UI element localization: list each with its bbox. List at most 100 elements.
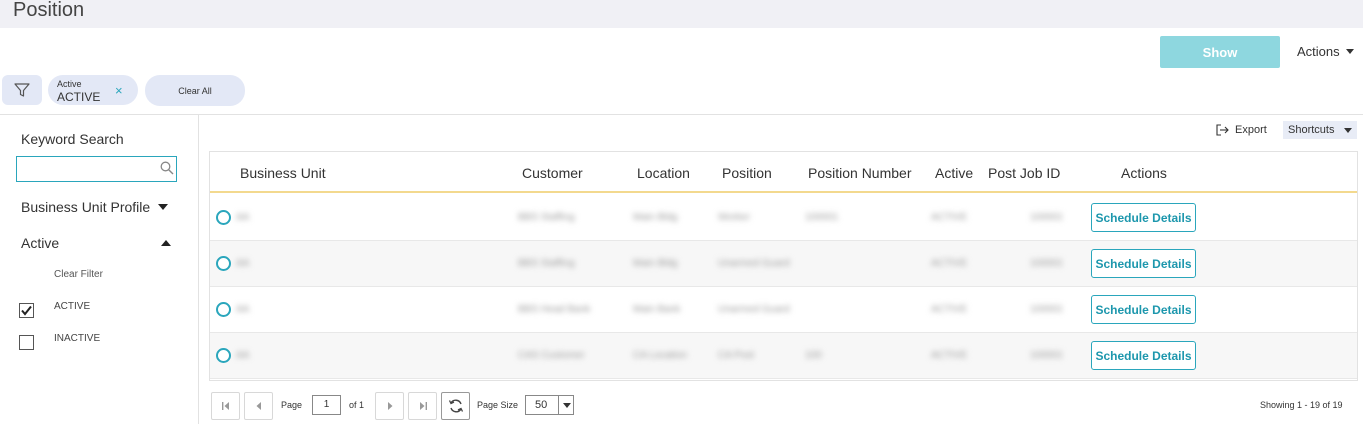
first-page-icon xyxy=(221,402,229,410)
cell-post-job-id: 100001 xyxy=(1030,304,1062,314)
schedule-details-button[interactable]: Schedule Details xyxy=(1091,249,1196,278)
keyword-search-label: Keyword Search xyxy=(21,131,124,147)
export-button[interactable]: Export xyxy=(1216,124,1267,136)
active-option-label: ACTIVE xyxy=(54,301,91,312)
cell-position-number: 100001 xyxy=(805,212,839,222)
facet-label: Business Unit Profile xyxy=(21,199,151,215)
prev-page-icon xyxy=(256,402,261,410)
chevron-down-icon xyxy=(558,396,574,414)
first-page-button[interactable] xyxy=(211,392,240,420)
cell-position: Worker xyxy=(718,212,751,222)
cell-post-job-id: 100001 xyxy=(1030,258,1062,268)
page-number-input[interactable]: 1 xyxy=(312,395,341,415)
schedule-details-button[interactable]: Schedule Details xyxy=(1091,203,1196,232)
actions-dropdown[interactable]: Actions xyxy=(1297,44,1354,59)
sidebar-divider xyxy=(198,115,199,424)
checkmark-icon xyxy=(21,305,32,316)
table-row[interactable]: AA BBS Staffing Main Bldg Worker 100001 … xyxy=(210,195,1357,241)
filter-chip-active: Active ACTIVE × xyxy=(48,75,138,105)
column-header[interactable]: Position xyxy=(722,165,772,181)
page-size-label: Page Size xyxy=(477,400,519,410)
cell-business-unit: AA xyxy=(236,212,250,222)
facet-active[interactable]: Active xyxy=(21,235,59,251)
positions-grid: Business Unit Customer Location Position… xyxy=(209,151,1358,381)
chevron-up-icon[interactable] xyxy=(161,240,171,246)
show-button[interactable]: Show xyxy=(1160,36,1280,68)
actions-label: Actions xyxy=(1297,44,1340,59)
inactive-option-label: INACTIVE xyxy=(54,333,101,344)
cell-active: ACTIVE xyxy=(931,212,968,222)
cell-location: Main Bldg xyxy=(633,258,678,268)
cell-customer: BBS Staffing xyxy=(518,212,575,222)
refresh-button[interactable] xyxy=(441,392,470,420)
cell-post-job-id: 100001 xyxy=(1030,350,1062,360)
cell-active: ACTIVE xyxy=(931,304,968,314)
cell-customer: BBS Head Bank xyxy=(518,304,591,314)
prev-page-button[interactable] xyxy=(244,392,273,420)
divider xyxy=(0,114,1363,115)
grid-header: Business Unit Customer Location Position… xyxy=(210,152,1357,193)
cell-customer: CAS Customer xyxy=(518,350,585,360)
filter-toggle-button[interactable] xyxy=(2,75,42,105)
cell-location: Main Bldg xyxy=(633,212,678,222)
keyword-search-input[interactable] xyxy=(19,159,154,179)
cell-business-unit: AA xyxy=(236,258,250,268)
cell-business-unit: AA xyxy=(236,304,250,314)
cell-customer: BBS Staffing xyxy=(518,258,575,268)
schedule-details-button[interactable]: Schedule Details xyxy=(1091,295,1196,324)
cell-location: Main Bank xyxy=(633,304,681,314)
next-page-icon xyxy=(387,402,392,410)
column-header[interactable]: Position Number xyxy=(808,165,912,181)
cell-location: CA Location xyxy=(633,350,687,360)
column-header[interactable]: Post Job ID xyxy=(988,165,1060,181)
chip-value: ACTIVE xyxy=(57,90,101,104)
cell-post-job-id: 100001 xyxy=(1030,212,1062,222)
active-checkbox[interactable] xyxy=(19,303,34,318)
cell-position-number: 100 xyxy=(805,350,822,360)
last-page-button[interactable] xyxy=(408,392,437,420)
table-row[interactable]: AA BBS Staffing Main Bldg Unarmed Guard … xyxy=(210,241,1357,287)
chip-label: Active xyxy=(57,79,82,89)
chevron-down-icon xyxy=(158,204,169,210)
cell-position: Unarmed Guard xyxy=(718,304,790,314)
schedule-details-button[interactable]: Schedule Details xyxy=(1091,341,1196,370)
title-bar: Position xyxy=(0,0,1363,28)
column-header[interactable]: Active xyxy=(935,165,973,181)
remove-chip-icon[interactable]: × xyxy=(115,83,123,98)
table-row[interactable]: AA CAS Customer CA Location CA Post 100 … xyxy=(210,333,1357,379)
clear-all-button[interactable]: Clear All xyxy=(145,75,245,106)
pager: Page 1 of 1 Page Size 50 Showing 1 - 19 … xyxy=(209,389,1359,421)
row-select-radio[interactable] xyxy=(216,302,231,317)
funnel-icon xyxy=(14,83,30,97)
cell-position: CA Post xyxy=(718,350,755,360)
column-header[interactable]: Customer xyxy=(522,165,583,181)
facet-business-unit-profile[interactable]: Business Unit Profile xyxy=(21,199,169,215)
page-size-value: 50 xyxy=(535,399,548,411)
row-select-radio[interactable] xyxy=(216,210,231,225)
export-label: Export xyxy=(1235,124,1267,136)
row-select-radio[interactable] xyxy=(216,256,231,271)
column-header[interactable]: Business Unit xyxy=(240,165,326,181)
page-size-select[interactable]: 50 xyxy=(525,395,574,415)
page-label: Page xyxy=(281,400,303,410)
cell-active: ACTIVE xyxy=(931,350,968,360)
showing-count: Showing 1 - 19 of 19 xyxy=(1260,400,1343,410)
cell-active: ACTIVE xyxy=(931,258,968,268)
cell-business-unit: AA xyxy=(236,350,250,360)
row-select-radio[interactable] xyxy=(216,348,231,363)
export-icon xyxy=(1216,124,1229,136)
facet-label: Active xyxy=(21,235,60,251)
next-page-button[interactable] xyxy=(375,392,404,420)
chevron-down-icon xyxy=(1345,49,1354,54)
inactive-checkbox[interactable] xyxy=(19,335,34,350)
search-icon[interactable] xyxy=(160,161,174,175)
shortcuts-dropdown[interactable]: Shortcuts xyxy=(1283,121,1357,139)
clear-filter-link[interactable]: Clear Filter xyxy=(54,269,103,280)
last-page-icon xyxy=(419,402,427,410)
shortcuts-label: Shortcuts xyxy=(1288,124,1335,136)
table-row[interactable]: AA BBS Head Bank Main Bank Unarmed Guard… xyxy=(210,287,1357,333)
keyword-search-box xyxy=(16,156,177,182)
page-title: Position xyxy=(13,0,85,21)
column-header[interactable]: Location xyxy=(637,165,690,181)
cell-position: Unarmed Guard xyxy=(718,258,790,268)
